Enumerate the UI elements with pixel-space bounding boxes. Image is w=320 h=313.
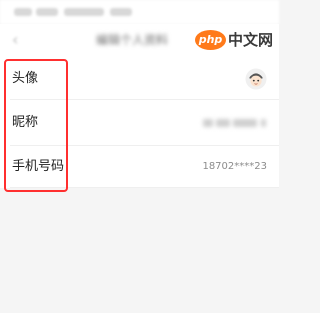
highlight-annotation-box [4, 59, 68, 192]
nickname-value-blurred [203, 117, 267, 129]
status-bar [0, 0, 279, 24]
avatar-icon[interactable] [245, 68, 267, 90]
page-title: 编辑个人资料 [96, 33, 169, 47]
php-logo-icon: php [195, 30, 226, 50]
phone-value: 18702****23 [202, 161, 267, 172]
site-name: 中文网 [228, 31, 274, 49]
chevron-left-icon[interactable]: ‹ [12, 31, 18, 49]
nav-bar: ‹ 编辑个人资料 php 中文网 [0, 24, 279, 58]
brand-logo: php 中文网 [195, 27, 275, 53]
